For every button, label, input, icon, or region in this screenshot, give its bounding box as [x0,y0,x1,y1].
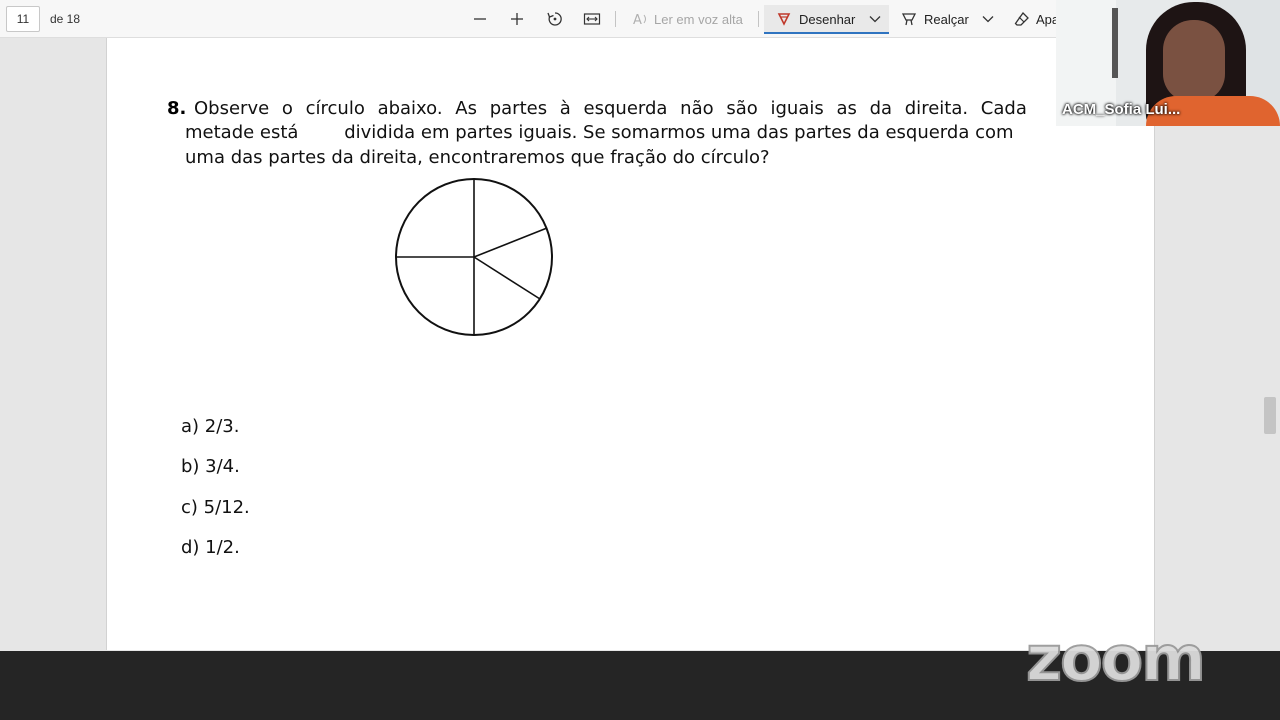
divided-circle-figure [395,178,553,336]
highlight-button[interactable] [898,8,920,30]
pen-icon [777,13,791,26]
participant-name: ACM_Sofia Lui... [1062,101,1181,118]
answer-option-a: a) 2/3. [181,416,240,437]
plus-icon [511,13,523,25]
page-total-label: de 18 [50,12,81,26]
highlight-options-button[interactable] [977,8,999,30]
highlighter-icon [901,13,917,26]
minus-icon [474,18,486,20]
scrollbar-thumb[interactable] [1264,397,1276,434]
fit-width-icon [583,13,601,25]
answer-option-d: d) 1/2. [181,537,240,558]
question-text-line-1: Observe o círculo abaixo. As partes à es… [194,98,1027,119]
fit-width-button[interactable] [581,8,603,30]
answer-option-c: c) 5/12. [181,497,250,518]
highlight-label: Realçar [924,12,969,27]
right-lower-radius [473,256,541,300]
zoom-out-button[interactable] [469,8,491,30]
read-aloud-icon: A [633,13,646,27]
read-aloud-button[interactable]: A [630,8,652,30]
draw-label: Desenhar [799,12,856,27]
answer-option-b: b) 3/4. [181,456,240,477]
scrollbar-track[interactable] [1262,38,1280,650]
question-text-line-3: uma das partes da direita, encontraremos… [185,147,770,168]
chevron-down-icon [869,16,881,23]
right-upper-radius [473,227,548,258]
rotate-icon [547,12,562,26]
read-aloud-label: Ler em voz alta [654,12,743,27]
svg-text:A: A [633,13,642,27]
draw-options-button[interactable] [864,8,886,30]
eraser-icon [1014,11,1029,26]
document-page: 8. Observe o círculo abaixo. As partes à… [106,38,1155,650]
page-number-input[interactable]: 11 [6,6,40,32]
erase-button[interactable] [1011,8,1033,30]
zoom-logo: zoom [1025,621,1207,696]
question-text-line-2: metade está dividida em partes iguais. S… [185,122,1014,143]
rotate-button[interactable] [544,8,566,30]
zoom-in-button[interactable] [506,8,528,30]
question-number: 8. [167,98,187,119]
chevron-down-icon [982,16,994,23]
draw-pen-button[interactable] [773,8,795,30]
